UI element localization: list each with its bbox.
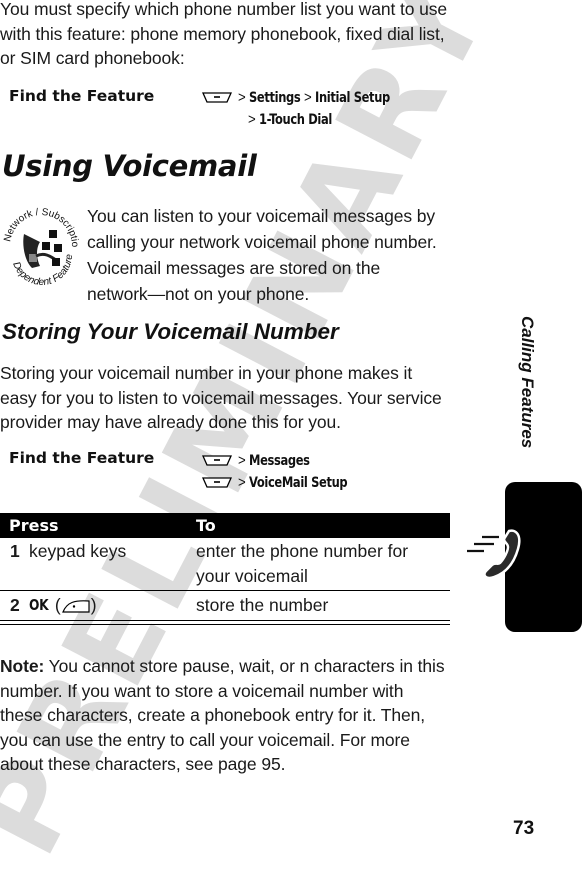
voicemail-paragraph: You can listen to your voicemail message…	[87, 203, 477, 307]
side-section-label: Calling Features	[518, 316, 537, 449]
table-row: 2 OK ( ) store the number	[0, 591, 450, 621]
row-press: keypad keys	[29, 541, 127, 561]
menu-item-1-touch-dial: 1-Touch Dial	[259, 111, 332, 128]
phone-glyph	[23, 230, 62, 268]
section-heading: Using Voicemail	[2, 149, 257, 183]
row-press: OK ( )	[29, 593, 196, 618]
row-number: 1	[10, 541, 20, 561]
menu-key-icon	[202, 92, 232, 103]
table-bottom-rule	[0, 621, 450, 625]
text-line: Note: You cannot store pause, wait, or n…	[0, 656, 445, 676]
svg-text:Network / Subscription: Network / Subscription	[2, 200, 80, 248]
storing-paragraph: Storing your voicemail number in your ph…	[0, 361, 480, 435]
ok-key-label: OK	[29, 596, 49, 615]
press-table: Press To 1 keypad keys enter the phone n…	[0, 513, 450, 625]
header-to: To	[196, 516, 216, 535]
find-feature-path: > Messages > VoiceMail Setup	[202, 449, 362, 493]
note-label: Note:	[0, 656, 45, 676]
menu-item-settings: Settings	[249, 89, 301, 106]
right-soft-key-icon	[61, 599, 90, 613]
badge-top-text: Network / Subscription	[2, 200, 80, 248]
menu-path-line-2: > 1-Touch Dial	[248, 110, 332, 128]
phone-call-icon	[467, 529, 521, 580]
intro-paragraph: You must specify which phone number list…	[0, 0, 480, 71]
text-line: about these characters, see page 95.	[0, 754, 286, 774]
menu-key-icon	[202, 455, 232, 466]
badge-bottom-text: Dependent Feature	[10, 253, 75, 288]
text-line: calling your network voicemail phone num…	[87, 232, 437, 252]
text-line: easy for you to listen to voicemail mess…	[0, 387, 442, 408]
menu-item-messages: Messages	[249, 452, 310, 469]
subsection-heading: Storing Your Voicemail Number	[2, 319, 339, 344]
menu-item-voicemail-setup: VoiceMail Setup	[249, 474, 348, 491]
header-press: Press	[9, 516, 59, 535]
text-line: Storing your voicemail number in your ph…	[0, 363, 413, 383]
find-feature-path: > Settings > Initial Setup > 1-Touch Dia…	[202, 86, 411, 130]
table-row: 1 keypad keys enter the phone number for…	[0, 538, 450, 591]
text-line: you can use the entry to call your voice…	[0, 729, 410, 750]
network-subscription-dependent-feature-icon: Network / Subscription Dependent Feature	[2, 200, 80, 288]
text-line: number. If you want to store a voicemail…	[0, 680, 404, 701]
text-line: You must specify which phone number list…	[0, 0, 448, 19]
text-line: or SIM card phonebook:	[0, 48, 185, 68]
find-feature-label: Find the Feature	[9, 449, 155, 467]
svg-text:Dependent Feature: Dependent Feature	[10, 253, 75, 288]
text-line: provider may have already done this for …	[0, 412, 341, 432]
text-line: Voicemail messages are stored on the	[87, 258, 381, 278]
text-line: network—not on your phone.	[87, 284, 310, 304]
menu-path-line-1: > Settings > Initial Setup	[238, 88, 390, 106]
table-header: Press To	[0, 513, 450, 538]
row-to: enter the phone number for your voicemai…	[196, 541, 409, 586]
text-line: with this feature: phone memory phoneboo…	[0, 23, 445, 44]
text-line: You can listen to your voicemail message…	[87, 206, 436, 226]
menu-key-icon	[202, 477, 232, 488]
row-to: store the number	[196, 595, 329, 616]
row-number: 2	[10, 595, 20, 616]
menu-item-initial-setup: Initial Setup	[315, 89, 390, 106]
note-paragraph: Note: You cannot store pause, wait, or n…	[0, 654, 482, 777]
find-feature-label: Find the Feature	[9, 87, 155, 105]
text-line: these characters, create a phonebook ent…	[0, 705, 426, 725]
